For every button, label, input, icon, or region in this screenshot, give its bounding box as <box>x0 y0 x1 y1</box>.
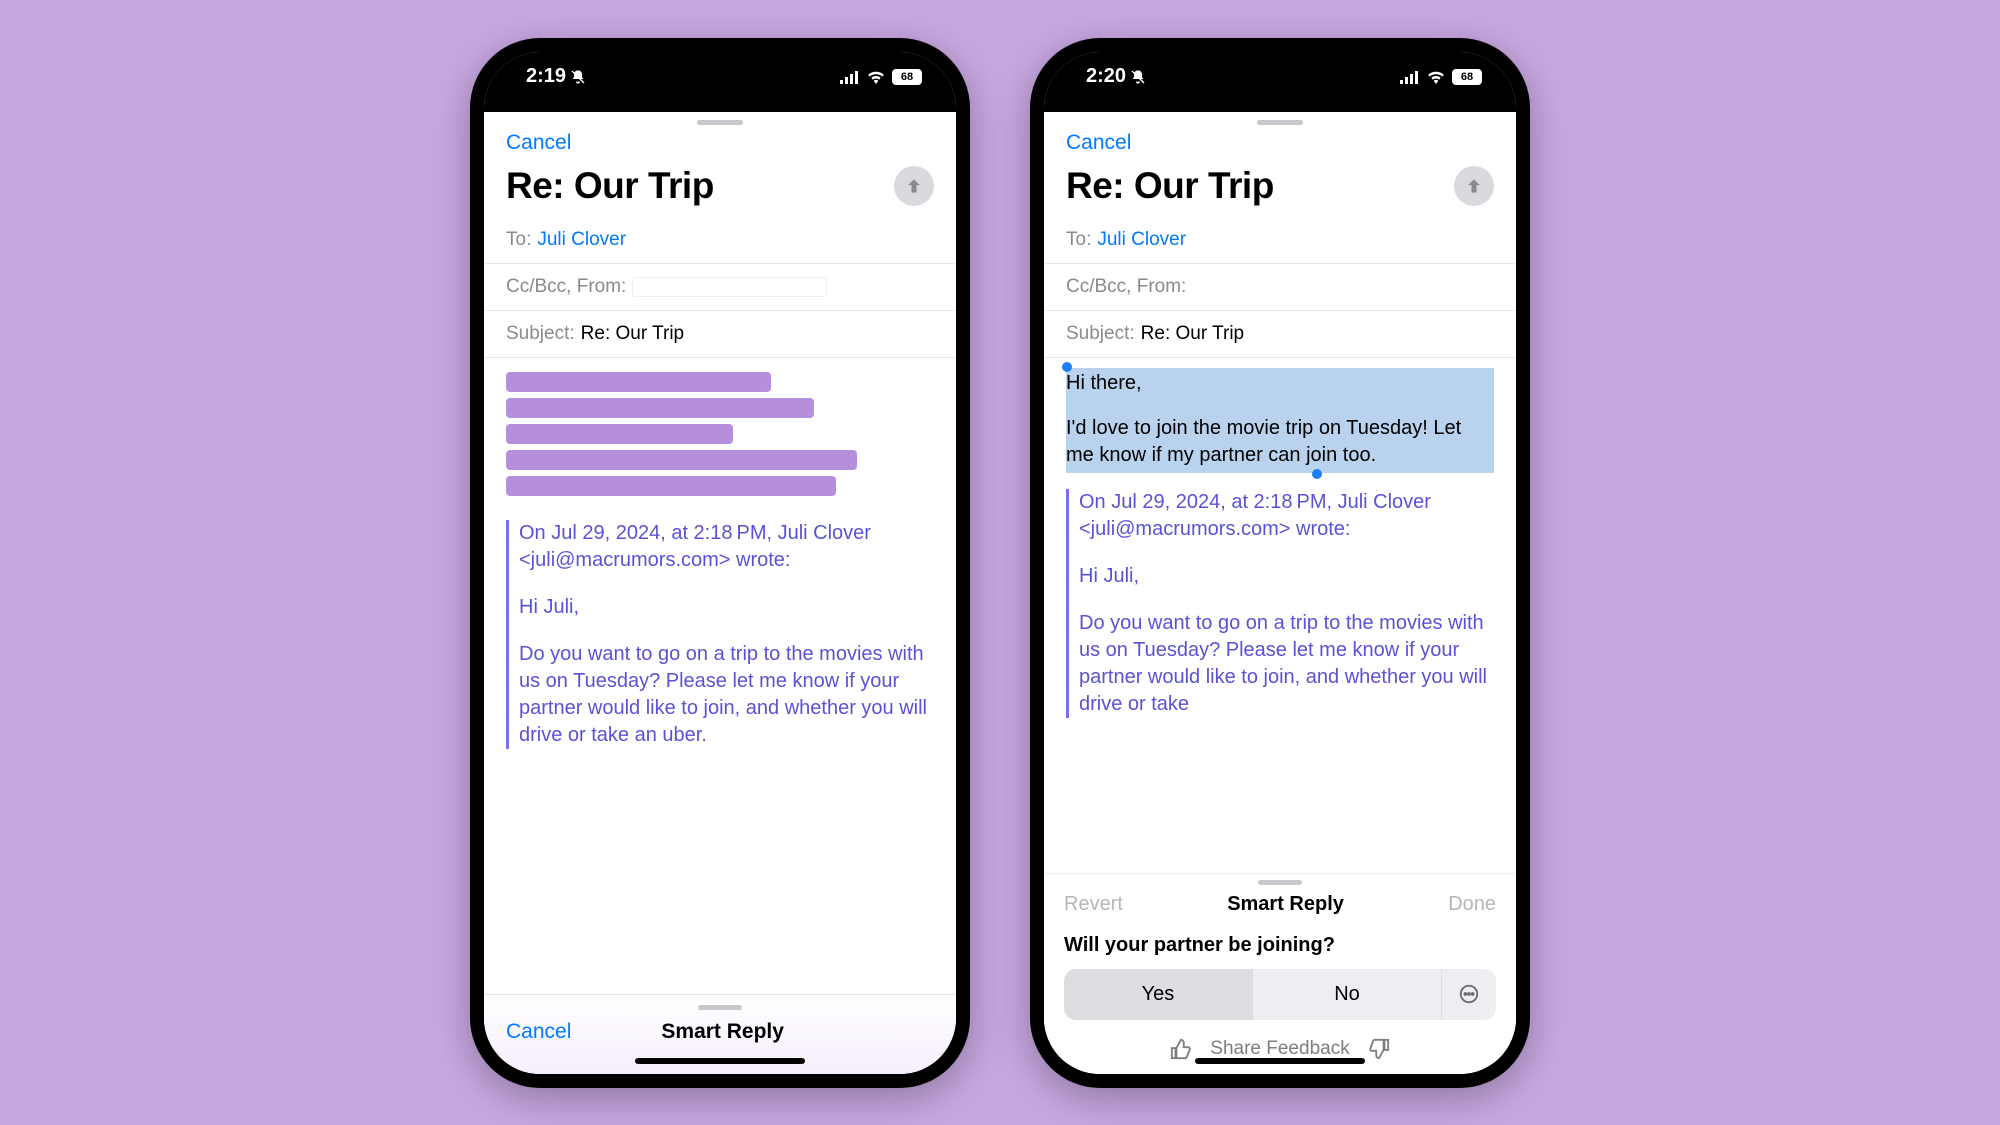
share-feedback-button[interactable]: Share Feedback <box>1210 1038 1349 1060</box>
to-label: To: <box>1066 229 1091 251</box>
status-bar: 2:19 68 <box>484 52 956 102</box>
smart-reply-cancel-button[interactable]: Cancel <box>506 1020 571 1044</box>
subject-value: Re: Our Trip <box>581 323 684 345</box>
sheet-grabber[interactable] <box>1257 120 1303 125</box>
revert-button[interactable]: Revert <box>1064 893 1123 916</box>
arrow-up-icon <box>904 176 924 196</box>
thumbs-down-icon[interactable] <box>1368 1038 1390 1060</box>
battery-level: 68 <box>892 69 922 85</box>
quote-greeting: Hi Juli, <box>1079 563 1494 590</box>
ccbcc-field[interactable]: Cc/Bcc, From: <box>484 264 956 311</box>
battery-level: 68 <box>1452 69 1482 85</box>
ellipsis-icon <box>1458 983 1480 1005</box>
smart-reply-panel: Revert Smart Reply Done Will your partne… <box>1044 873 1516 1074</box>
subject-label: Subject: <box>1066 323 1135 345</box>
smart-reply-title: Smart Reply <box>1227 893 1344 916</box>
smart-reply-options: Yes No <box>1064 969 1496 1020</box>
done-button[interactable]: Done <box>1448 893 1496 916</box>
send-button[interactable] <box>894 166 934 206</box>
arrow-up-icon <box>1464 176 1484 196</box>
message-body[interactable]: Hi there, I'd love to join the movie tri… <box>1044 358 1516 873</box>
send-button[interactable] <box>1454 166 1494 206</box>
reply-greeting: Hi there, <box>1066 370 1494 397</box>
battery-indicator: 68 <box>892 69 922 85</box>
battery-indicator: 68 <box>1452 69 1482 85</box>
to-value[interactable]: Juli Clover <box>1097 229 1186 251</box>
selected-draft-text[interactable]: Hi there, I'd love to join the movie tri… <box>1066 368 1494 473</box>
draft-loading-placeholder <box>506 372 934 496</box>
subject-field[interactable]: Subject: Re: Our Trip <box>1044 311 1516 358</box>
option-no-button[interactable]: No <box>1253 969 1442 1020</box>
subject-label: Subject: <box>506 323 575 345</box>
quoted-message: On Jul 29, 2024, at 2:18 PM, Juli Clover… <box>1066 489 1494 718</box>
bar-grabber[interactable] <box>698 1005 742 1010</box>
dnd-icon <box>570 69 586 85</box>
quote-greeting: Hi Juli, <box>519 594 934 621</box>
home-indicator[interactable] <box>1195 1058 1365 1064</box>
subject-value: Re: Our Trip <box>1141 323 1244 345</box>
quote-header: On Jul 29, 2024, at 2:18 PM, Juli Clover… <box>1079 489 1494 543</box>
selection-end-handle[interactable] <box>1312 469 1322 479</box>
option-more-button[interactable] <box>1442 969 1496 1020</box>
quote-body: Do you want to go on a trip to the movie… <box>519 641 934 749</box>
feedback-row: Share Feedback <box>1064 1038 1496 1060</box>
quote-body: Do you want to go on a trip to the movie… <box>1079 610 1494 718</box>
wifi-icon <box>1426 70 1446 84</box>
home-indicator[interactable] <box>635 1058 805 1064</box>
cancel-button[interactable]: Cancel <box>1066 131 1131 155</box>
status-bar: 2:20 68 <box>1044 52 1516 102</box>
screen: 2:19 68 Cancel Re: Our Trip <box>484 52 956 1074</box>
cellular-icon <box>840 70 860 84</box>
wifi-icon <box>866 70 886 84</box>
compose-title: Re: Our Trip <box>1066 165 1274 207</box>
compose-sheet: Cancel Re: Our Trip To: Juli Clover Cc/B… <box>1044 112 1516 1074</box>
status-time: 2:19 <box>526 65 566 88</box>
phone-right: 2:20 68 Cancel Re: Our Trip <box>1030 38 1530 1088</box>
smart-reply-question: Will your partner be joining? <box>1064 934 1496 957</box>
panel-grabber[interactable] <box>1258 880 1302 885</box>
message-body[interactable]: On Jul 29, 2024, at 2:18 PM, Juli Clover… <box>484 358 956 994</box>
quoted-message: On Jul 29, 2024, at 2:18 PM, Juli Clover… <box>506 520 934 749</box>
ccbcc-label: Cc/Bcc, From: <box>506 276 626 298</box>
reply-body: I'd love to join the movie trip on Tuesd… <box>1066 415 1494 469</box>
to-field[interactable]: To: Juli Clover <box>1044 217 1516 264</box>
to-value[interactable]: Juli Clover <box>537 229 626 251</box>
from-redacted <box>632 277 827 297</box>
quote-header: On Jul 29, 2024, at 2:18 PM, Juli Clover… <box>519 520 934 574</box>
dnd-icon <box>1130 69 1146 85</box>
cancel-button[interactable]: Cancel <box>506 131 571 155</box>
ccbcc-label: Cc/Bcc, From: <box>1066 276 1186 298</box>
compose-sheet: Cancel Re: Our Trip To: Juli Clover Cc/B… <box>484 112 956 1074</box>
to-label: To: <box>506 229 531 251</box>
phone-left: 2:19 68 Cancel Re: Our Trip <box>470 38 970 1088</box>
smart-reply-title: Smart Reply <box>661 1020 784 1044</box>
sheet-grabber[interactable] <box>697 120 743 125</box>
option-yes-button[interactable]: Yes <box>1064 969 1253 1020</box>
status-time: 2:20 <box>1086 65 1126 88</box>
ccbcc-field[interactable]: Cc/Bcc, From: <box>1044 264 1516 311</box>
to-field[interactable]: To: Juli Clover <box>484 217 956 264</box>
compose-title: Re: Our Trip <box>506 165 714 207</box>
screen: 2:20 68 Cancel Re: Our Trip <box>1044 52 1516 1074</box>
selection-start-handle[interactable] <box>1062 362 1072 372</box>
cellular-icon <box>1400 70 1420 84</box>
subject-field[interactable]: Subject: Re: Our Trip <box>484 311 956 358</box>
thumbs-up-icon[interactable] <box>1170 1038 1192 1060</box>
